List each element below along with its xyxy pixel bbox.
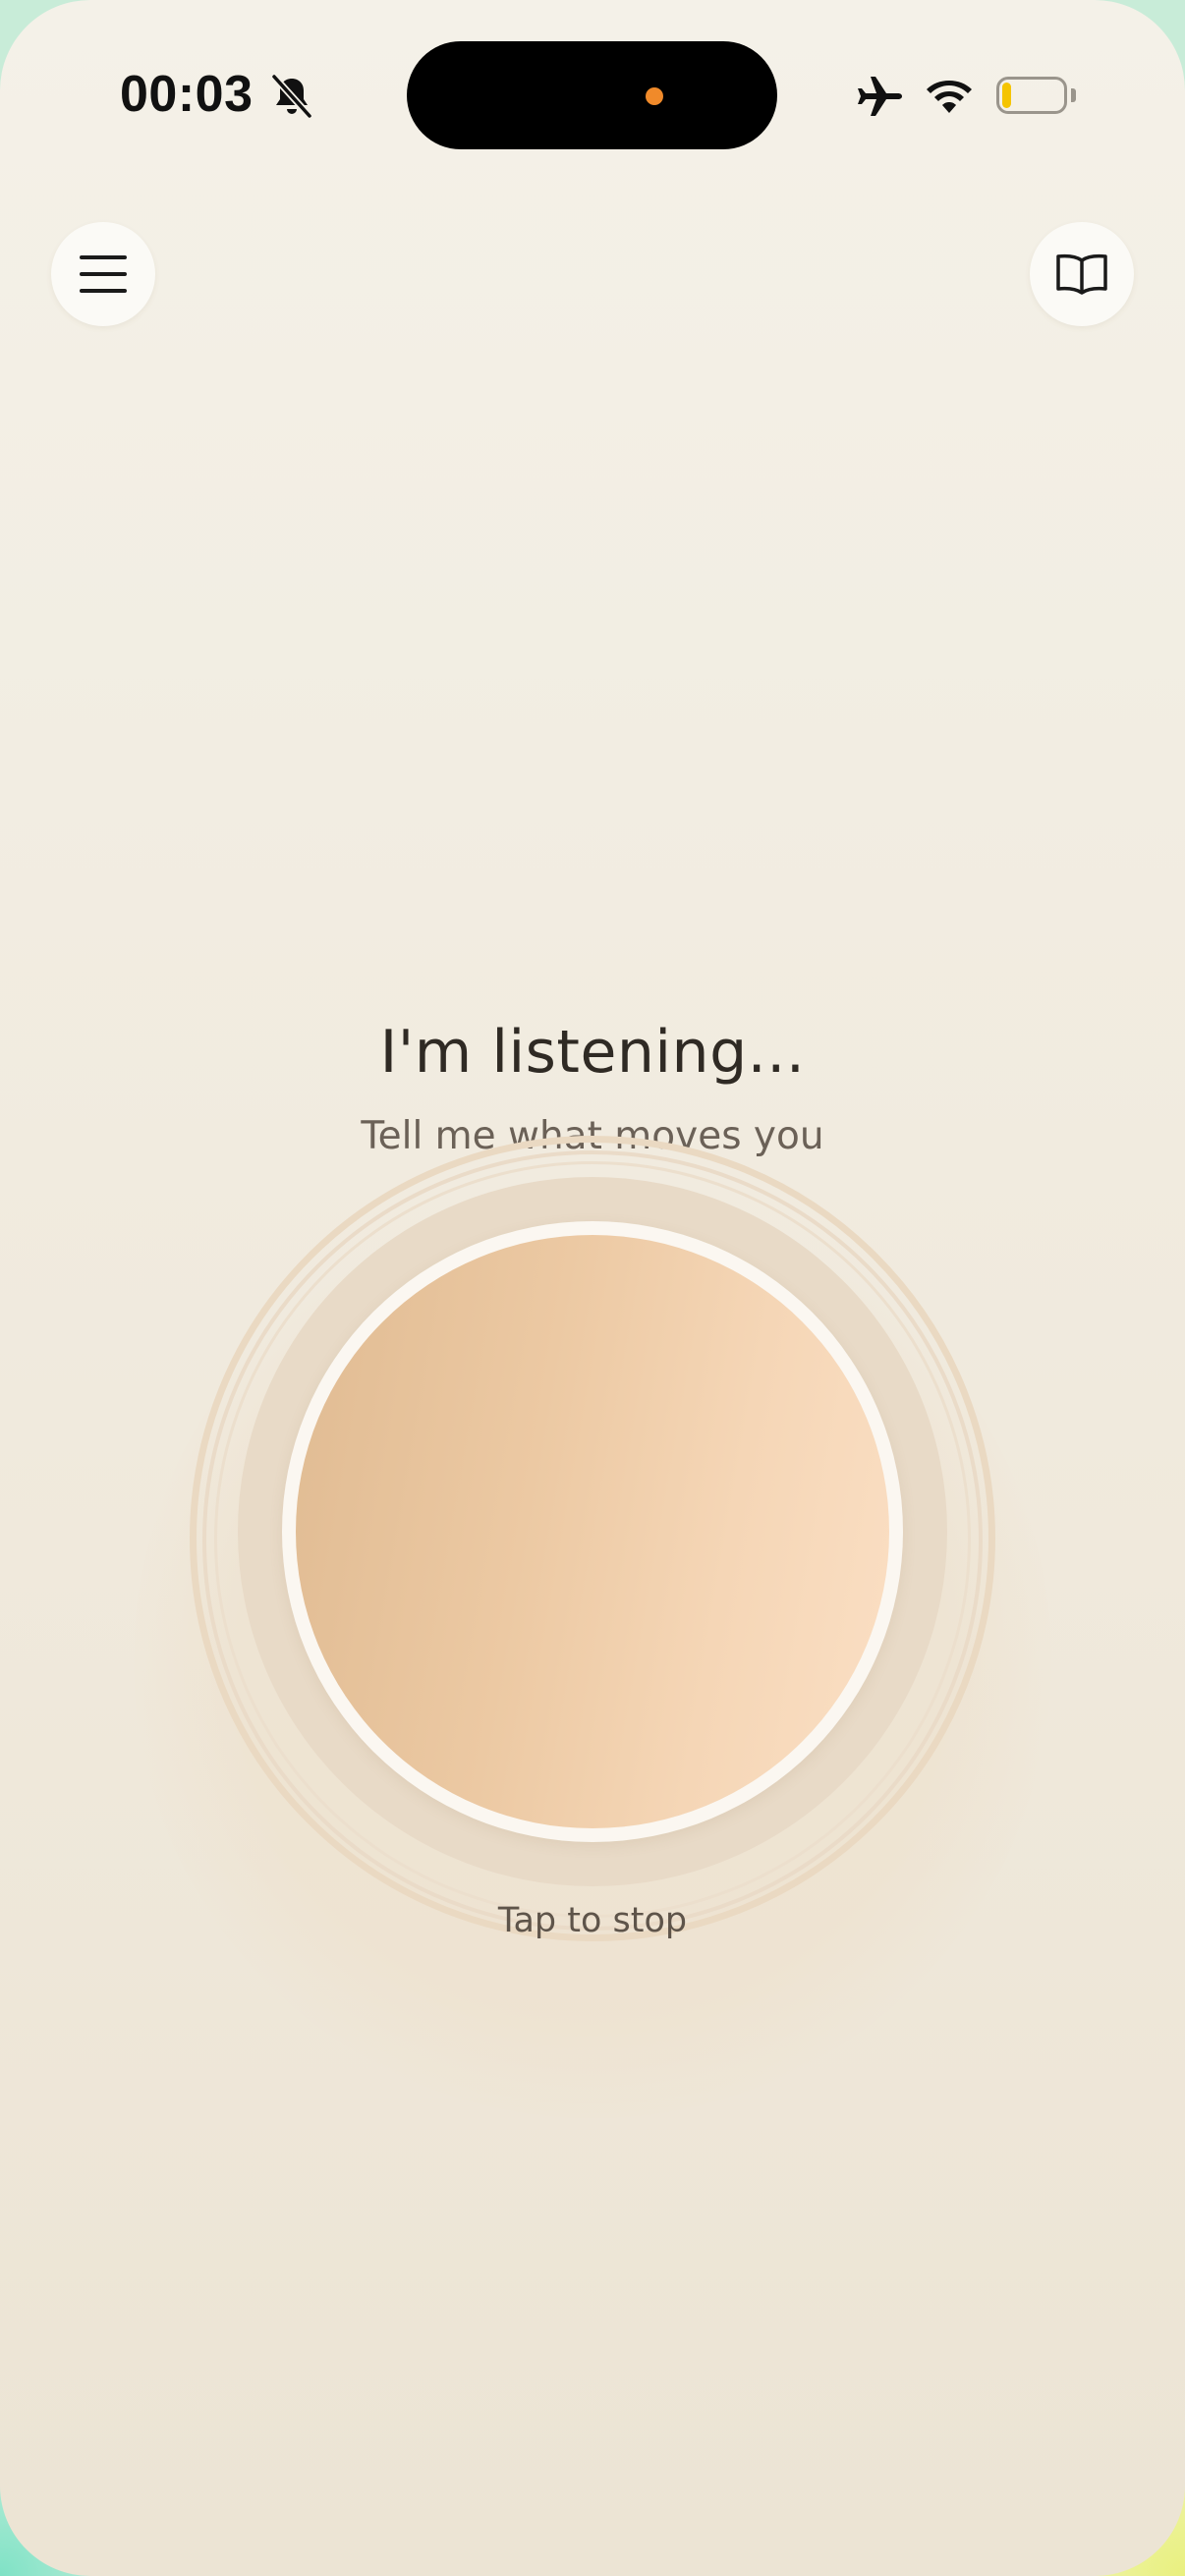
dynamic-island [407, 41, 777, 149]
wifi-icon [927, 81, 972, 113]
orb-gradient [296, 1235, 889, 1828]
menu-button[interactable] [51, 222, 155, 326]
battery-tip [1071, 88, 1076, 102]
journal-button[interactable] [1030, 222, 1134, 326]
airplane-icon [858, 77, 902, 116]
listening-title: I'm listening... [379, 1018, 806, 1087]
open-book-icon [1056, 253, 1107, 295]
bell-slash-icon [271, 74, 312, 119]
stop-listening-orb-button[interactable] [282, 1221, 903, 1842]
battery-level [1002, 83, 1011, 108]
battery-icon [996, 77, 1079, 116]
tap-to-stop-hint: Tap to stop [497, 1901, 688, 1940]
status-time: 00:03 [120, 66, 254, 123]
hamburger-menu-icon [80, 255, 127, 293]
app-screen: 00:03 I'm listening... Tell me what move… [0, 0, 1185, 2576]
privacy-indicator-dot [646, 87, 663, 105]
